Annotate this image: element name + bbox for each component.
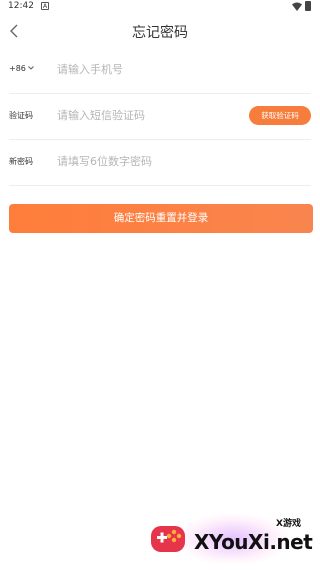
code-label: 验证码 xyxy=(9,111,33,120)
notification-icon: A xyxy=(41,2,49,10)
watermark-small-text: X游戏 xyxy=(276,519,301,529)
sms-code-input[interactable] xyxy=(57,106,237,124)
watermark: X游戏 XYouXi.net xyxy=(148,510,316,566)
wifi-icon xyxy=(292,2,302,11)
watermark-big-text: XYouXi.net xyxy=(194,530,313,554)
reset-and-login-button[interactable]: 确定密码重置并登录 xyxy=(9,204,313,233)
chevron-down-icon xyxy=(28,66,34,70)
country-code-label: +86 xyxy=(9,64,26,73)
country-code-selector[interactable]: +86 xyxy=(9,64,34,73)
status-bar: 12:42 A xyxy=(0,0,320,14)
code-row: 验证码 获取验证码 xyxy=(9,93,311,140)
get-code-button[interactable]: 获取验证码 xyxy=(249,106,311,125)
password-label: 新密码 xyxy=(9,157,33,166)
new-password-input[interactable] xyxy=(57,152,237,170)
phone-input[interactable] xyxy=(57,60,237,78)
battery-icon xyxy=(305,1,311,11)
status-time: 12:42 xyxy=(8,1,34,11)
gamepad-logo-icon xyxy=(151,526,185,552)
header-bar: 忘记密码 xyxy=(0,16,320,46)
phone-row: +86 xyxy=(9,47,311,94)
password-row: 新密码 xyxy=(9,139,311,186)
page-title: 忘记密码 xyxy=(132,25,188,41)
